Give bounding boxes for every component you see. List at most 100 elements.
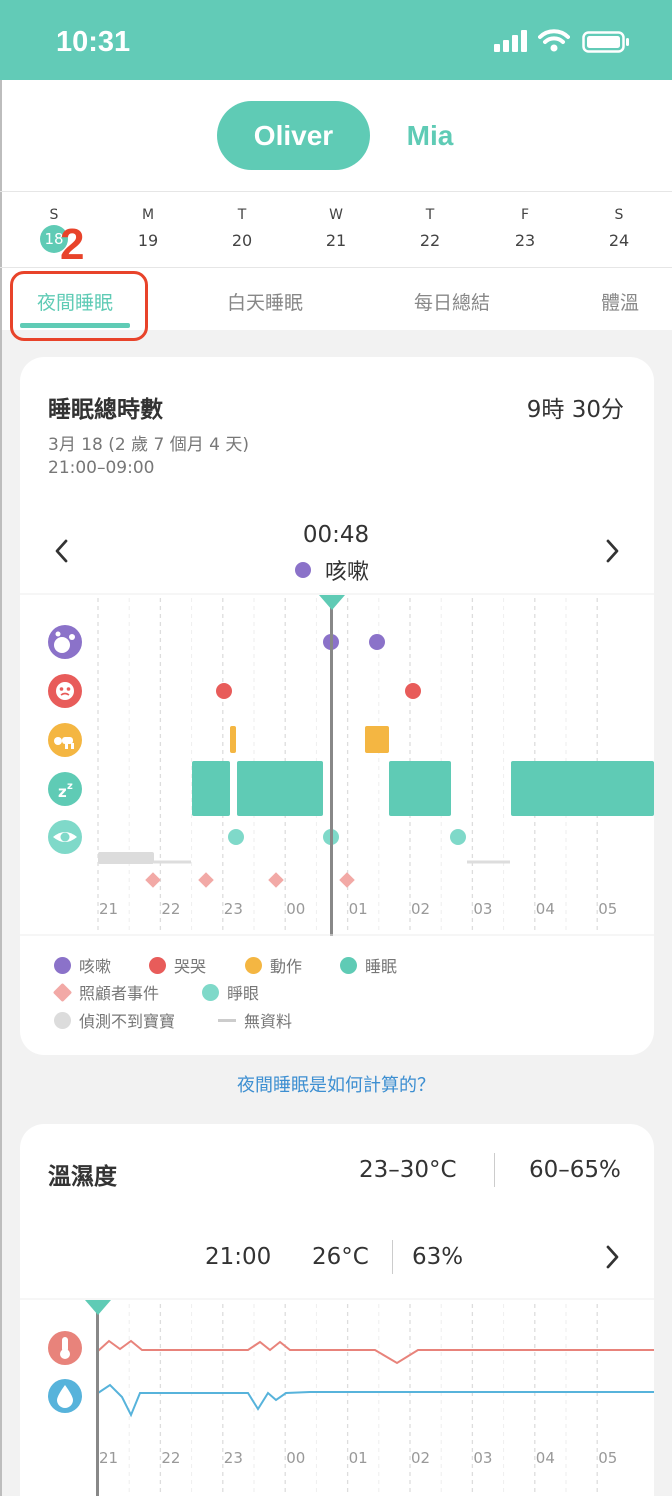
caregiver-event: [268, 872, 284, 888]
day-thu-22[interactable]: T 22: [400, 207, 460, 251]
status-time: 10:31: [56, 26, 131, 58]
legend-cough: 咳嗽: [54, 953, 111, 977]
svg-text:z: z: [58, 783, 67, 801]
env-cursor-handle[interactable]: [85, 1300, 111, 1315]
legend-move: 動作: [245, 953, 302, 977]
tab-daily-summary[interactable]: 每日總結: [392, 288, 512, 315]
chart-cursor-handle[interactable]: [319, 595, 345, 610]
temp-humidity-chart[interactable]: 21 22 23 00 01 02 03 04 05: [20, 1296, 654, 1496]
cursor-time: 00:48: [302, 522, 370, 548]
left-edge: [0, 80, 2, 1496]
legend-label: 無資料: [244, 1012, 293, 1031]
signal-icon: [494, 30, 527, 52]
cough-event: [369, 634, 385, 650]
hour-label: 21: [99, 900, 118, 918]
status-bar: 10:31: [0, 0, 672, 80]
day-letter: T: [237, 207, 247, 223]
humidity-drop-icon: [48, 1379, 82, 1413]
how-calculated-link[interactable]: 夜間睡眠是如何計算的？: [0, 1071, 672, 1097]
hour-label: 04: [536, 900, 555, 918]
legend-dot: [54, 1012, 71, 1029]
env-title: 溫濕度: [48, 1164, 117, 1190]
sleep-block: [389, 761, 451, 816]
temperature-line: [97, 1339, 654, 1365]
day-number: 24: [608, 231, 630, 250]
hour-label: 00: [286, 900, 305, 918]
sleep-block: [237, 761, 323, 816]
awake-event: [450, 829, 466, 845]
legend-dot: [149, 957, 166, 974]
tab-temperature[interactable]: 體溫: [590, 288, 650, 315]
hour-label: 23: [224, 1449, 243, 1467]
hour-label: 02: [411, 900, 430, 918]
legend-nodata: 無資料: [218, 1008, 292, 1032]
profile-mia-button[interactable]: Mia: [390, 101, 470, 170]
tab-day-sleep[interactable]: 白天睡眠: [205, 288, 325, 315]
day-number: 21: [325, 231, 347, 250]
hour-label: 04: [536, 1449, 555, 1467]
cursor-event-label: 咳嗽: [325, 560, 370, 585]
day-tue-20[interactable]: T 20: [212, 207, 272, 251]
chart-gridlines: [97, 1304, 598, 1496]
battery-icon: [582, 31, 629, 53]
temp-range: 23–30°C: [359, 1157, 457, 1183]
profile-oliver-button[interactable]: Oliver: [217, 101, 370, 170]
highlight-box: [10, 271, 148, 341]
divider: [494, 1153, 495, 1187]
legend-diamond: [52, 982, 73, 1003]
awake-row-icon: [48, 820, 82, 854]
hour-label: 03: [473, 900, 492, 918]
move-row-icon: [48, 723, 82, 757]
hour-label: 05: [598, 900, 617, 918]
humidity-range: 60–65%: [529, 1157, 621, 1183]
divider: [0, 267, 672, 268]
hour-labels: 21 22 23 00 01 02 03 04 05: [99, 1449, 617, 1467]
undetected-block: [98, 852, 154, 864]
wifi-icon: [538, 29, 570, 52]
hour-label: 01: [349, 900, 368, 918]
chart-marks: [98, 634, 654, 888]
hour-label: 03: [473, 1449, 492, 1467]
legend-label: 咳嗽: [79, 957, 112, 976]
day-number: 23: [514, 231, 536, 250]
day-number: 19: [137, 231, 159, 250]
sleep-row-icon: z z: [48, 772, 82, 806]
awake-event: [228, 829, 244, 845]
day-wed-21[interactable]: W 21: [306, 207, 366, 251]
annotation-number: 2: [60, 220, 85, 269]
legend-dot: [340, 957, 357, 974]
svg-text:z: z: [67, 781, 73, 792]
legend-label: 睡眠: [365, 957, 398, 976]
prev-arrow-icon[interactable]: [52, 538, 72, 564]
hour-labels: 21 22 23 00 01 02 03 04 05: [99, 900, 617, 918]
hour-label: 21: [99, 1449, 118, 1467]
caregiver-event: [198, 872, 214, 888]
env-next-arrow-icon[interactable]: [602, 1244, 622, 1270]
sleep-block: [192, 761, 230, 816]
cry-event: [216, 683, 232, 699]
hour-label: 00: [286, 1449, 305, 1467]
day-mon-19[interactable]: M 19: [118, 207, 178, 251]
cry-event: [405, 683, 421, 699]
day-sat-24[interactable]: S 24: [589, 207, 649, 251]
sleep-timeline-chart[interactable]: z z 21 22 23 00 01 02 03 04 05: [20, 590, 654, 940]
legend-dot: [202, 984, 219, 1001]
humidity-line: [97, 1383, 654, 1418]
sleep-range: 21:00–09:00: [48, 458, 155, 478]
sleep-date: 3月 18 (2 歲 7 個月 4 天): [48, 435, 249, 455]
thermometer-icon: [48, 1331, 82, 1365]
next-arrow-icon[interactable]: [602, 538, 622, 564]
cough-row-icon: [48, 625, 82, 659]
legend-label: 哭哭: [174, 957, 207, 976]
day-letter: F: [520, 207, 530, 223]
legend-cry: 哭哭: [149, 953, 206, 977]
move-event: [230, 726, 236, 753]
day-fri-23[interactable]: F 23: [495, 207, 555, 251]
day-number: 20: [231, 231, 253, 250]
legend-label: 偵測不到寶寶: [79, 1012, 176, 1031]
cry-row-icon: [48, 674, 82, 708]
caregiver-event: [339, 872, 355, 888]
hour-label: 05: [598, 1449, 617, 1467]
env-cursor-humidity: 63%: [412, 1244, 464, 1270]
legend-undetected: 偵測不到寶寶: [54, 1008, 175, 1032]
